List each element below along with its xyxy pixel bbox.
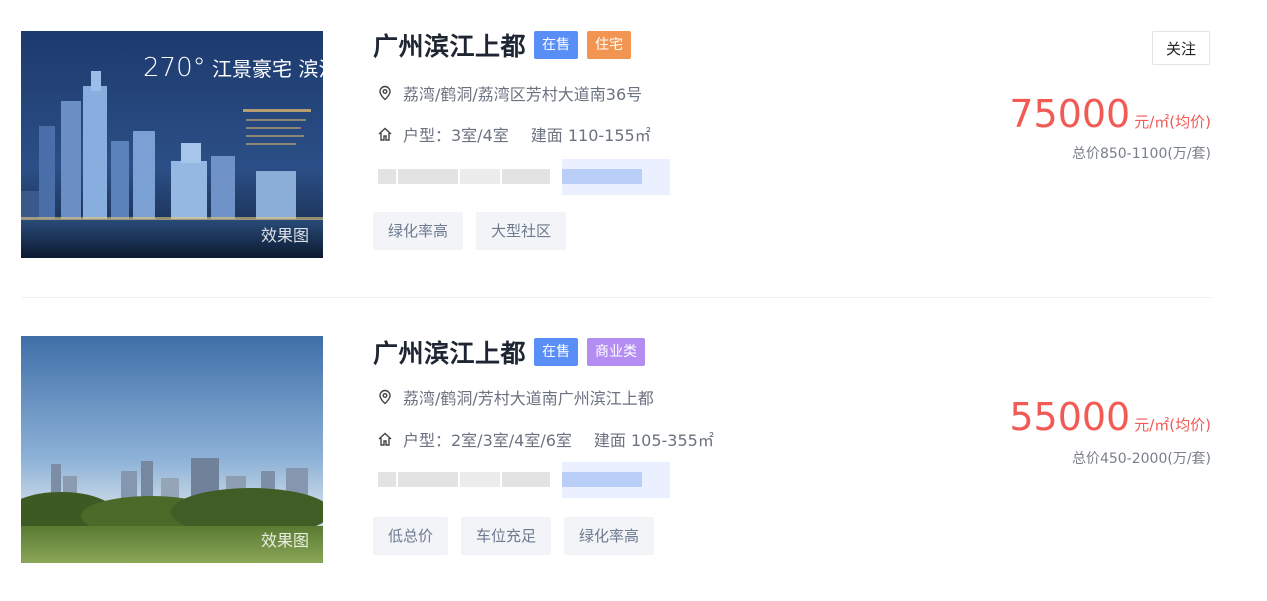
listing-image[interactable]: 效果图 [21, 336, 323, 563]
feature-tag: 大型社区 [476, 212, 567, 250]
address-text: 荔湾/鹤洞/荔湾区芳村大道南36号 [403, 85, 643, 104]
price-value: 75000 [1009, 92, 1131, 136]
feature-tags: 绿化率高 大型社区 [373, 212, 579, 250]
status-badge: 在售 [534, 338, 579, 366]
listing-layout: 户型：3室/4室 建面 110-155㎡ [377, 122, 651, 146]
image-label: 效果图 [260, 226, 309, 245]
area-text: 建面 105-355㎡ [593, 431, 714, 450]
price-unit: 元/㎡(均价) [1134, 416, 1211, 434]
total-price: 总价850-1100(万/套) [1071, 146, 1211, 162]
listing-address: 荔湾/鹤洞/芳村大道南广州滨江上都 [377, 385, 654, 409]
price-unit: 元/㎡(均价) [1134, 113, 1211, 131]
house-icon [378, 127, 392, 141]
price-value: 55000 [1009, 395, 1131, 439]
listing-title[interactable]: 广州滨江上都 [373, 27, 526, 63]
location-pin-icon [379, 389, 391, 405]
image-label: 效果图 [260, 531, 309, 550]
follow-button[interactable]: 关注 [1152, 31, 1210, 65]
layout-text: 户型：3室/4室 [403, 126, 509, 145]
address-text: 荔湾/鹤洞/芳村大道南广州滨江上都 [403, 389, 654, 408]
feature-tag: 绿化率高 [564, 517, 655, 555]
house-icon [378, 432, 392, 446]
type-badge: 住宅 [587, 31, 632, 59]
layout-text: 户型：2室/3室/4室/6室 [403, 431, 572, 450]
total-price: 总价450-2000(万/套) [1071, 451, 1211, 467]
feature-tag: 低总价 [373, 517, 449, 555]
listing-image[interactable]: 270° 江景豪宅 滨江生活典 效果图 [21, 31, 323, 258]
type-badge: 商业类 [587, 338, 646, 366]
listing-title-row: 广州滨江上都 在售 住宅 [373, 27, 640, 63]
listing-layout: 户型：2室/3室/4室/6室 建面 105-355㎡ [377, 427, 714, 451]
feature-tags: 低总价 车位充足 绿化率高 [373, 517, 667, 555]
feature-tag: 绿化率高 [373, 212, 464, 250]
location-pin-icon [379, 85, 391, 101]
listing-card[interactable]: 270° 江景豪宅 滨江生活典 效果图 广州滨江上都 在售 住宅 荔湾/鹤洞/荔… [0, 0, 1267, 298]
listing-address: 荔湾/鹤洞/荔湾区芳村大道南36号 [377, 81, 642, 105]
listing-title-row: 广州滨江上都 在售 商业类 [373, 334, 654, 370]
image-headline: 270° 江景豪宅 滨江生活典 [143, 53, 323, 83]
price: 75000 元/㎡(均价) [1009, 92, 1211, 136]
listing-card[interactable]: 效果图 广州滨江上都 在售 商业类 荔湾/鹤洞/芳村大道南广州滨江上都 户型：2… [0, 298, 1267, 601]
price: 55000 元/㎡(均价) [1009, 395, 1211, 439]
area-text: 建面 110-155㎡ [530, 126, 651, 145]
status-badge: 在售 [534, 31, 579, 59]
listing-title[interactable]: 广州滨江上都 [373, 334, 526, 370]
feature-tag: 车位充足 [461, 517, 552, 555]
